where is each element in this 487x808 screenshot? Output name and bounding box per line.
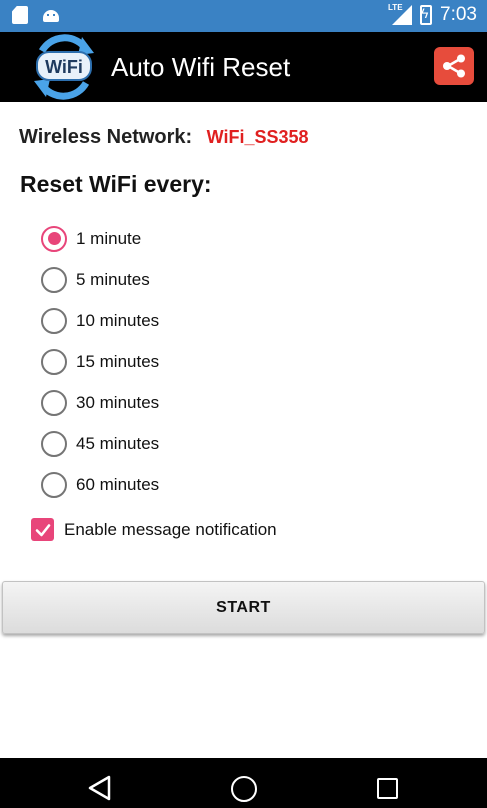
recents-icon[interactable]: [377, 778, 398, 799]
network-label: Wireless Network:: [19, 126, 193, 148]
radio-option-15-minutes[interactable]: 15 minutes: [41, 341, 159, 382]
status-time: 7:03: [440, 4, 477, 25]
radio-option-1-minute[interactable]: 1 minute: [41, 218, 159, 259]
radio-button[interactable]: [41, 266, 67, 293]
radio-label: 45 minutes: [76, 433, 160, 453]
radio-button[interactable]: [41, 471, 67, 498]
back-icon[interactable]: [88, 775, 112, 801]
radio-label: 10 minutes: [76, 310, 160, 330]
radio-label: 60 minutes: [76, 474, 160, 494]
radio-label: 5 minutes: [76, 269, 150, 289]
interval-radio-group: 1 minute 5 minutes 10 minutes 15 minutes…: [41, 218, 159, 505]
app-title: Auto Wifi Reset: [111, 52, 291, 82]
radio-option-10-minutes[interactable]: 10 minutes: [41, 300, 159, 341]
notification-checkbox-row[interactable]: Enable message notification: [31, 518, 277, 541]
notification-checkbox[interactable]: [31, 518, 54, 541]
status-bar: LTE 7:03: [0, 0, 487, 32]
network-name: WiFi_SS358: [206, 127, 309, 147]
wifi-reset-logo-icon: WiFi: [34, 34, 94, 100]
share-button[interactable]: [434, 47, 474, 85]
radio-label: 15 minutes: [76, 351, 160, 371]
android-icon: [42, 6, 60, 22]
radio-option-60-minutes[interactable]: 60 minutes: [41, 464, 159, 505]
radio-button[interactable]: [41, 225, 67, 252]
radio-option-30-minutes[interactable]: 30 minutes: [41, 382, 159, 423]
share-icon: [443, 54, 465, 78]
radio-button[interactable]: [41, 389, 67, 416]
network-row: Wireless Network: WiFi_SS358: [19, 126, 309, 149]
signal-icon: LTE: [388, 3, 413, 25]
network-type-label: LTE: [388, 3, 403, 12]
radio-label: 1 minute: [76, 228, 142, 248]
home-icon[interactable]: [231, 776, 257, 802]
notification-label: Enable message notification: [64, 519, 277, 539]
radio-button[interactable]: [41, 430, 67, 457]
logo-text: WiFi: [45, 57, 83, 77]
radio-option-5-minutes[interactable]: 5 minutes: [41, 259, 159, 300]
check-icon: [35, 523, 50, 536]
radio-button[interactable]: [41, 307, 67, 334]
navigation-bar: [0, 758, 487, 808]
radio-option-45-minutes[interactable]: 45 minutes: [41, 423, 159, 464]
radio-button[interactable]: [41, 348, 67, 375]
app-bar: WiFi Auto Wifi Reset: [0, 32, 487, 102]
sd-card-icon: [12, 6, 28, 24]
battery-charging-icon: [420, 5, 433, 25]
radio-label: 30 minutes: [76, 392, 160, 412]
reset-heading: Reset WiFi every:: [20, 171, 212, 197]
start-button[interactable]: START: [2, 581, 485, 634]
